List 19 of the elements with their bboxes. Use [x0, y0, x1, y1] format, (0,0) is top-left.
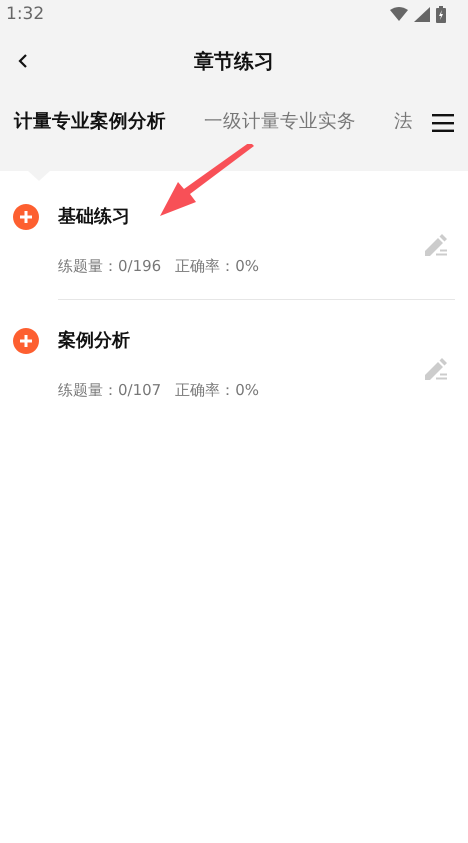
category-tab[interactable]: 一级计量专业实务 [204, 108, 356, 138]
accuracy-rate: 正确率：0% [175, 257, 260, 276]
signal-icon [414, 6, 430, 22]
expand-icon[interactable] [13, 204, 39, 230]
menu-icon[interactable] [432, 114, 454, 132]
page-title: 章节练习 [194, 48, 274, 74]
back-icon[interactable] [18, 53, 28, 69]
chapter-title[interactable]: 案例分析 [58, 328, 425, 354]
category-tab[interactable]: 法 [394, 108, 413, 138]
accuracy-rate: 正确率：0% [175, 381, 260, 400]
wifi-icon [390, 7, 408, 21]
chapter-title[interactable]: 基础练习 [58, 204, 425, 230]
pencil-icon[interactable] [425, 234, 449, 256]
question-count: 练题量：0/196 [58, 257, 162, 276]
pencil-icon[interactable] [425, 358, 449, 380]
question-count: 练题量：0/107 [58, 381, 162, 400]
battery-icon [436, 6, 446, 22]
status-time: 1:32 [6, 4, 44, 24]
expand-icon[interactable] [13, 328, 39, 354]
